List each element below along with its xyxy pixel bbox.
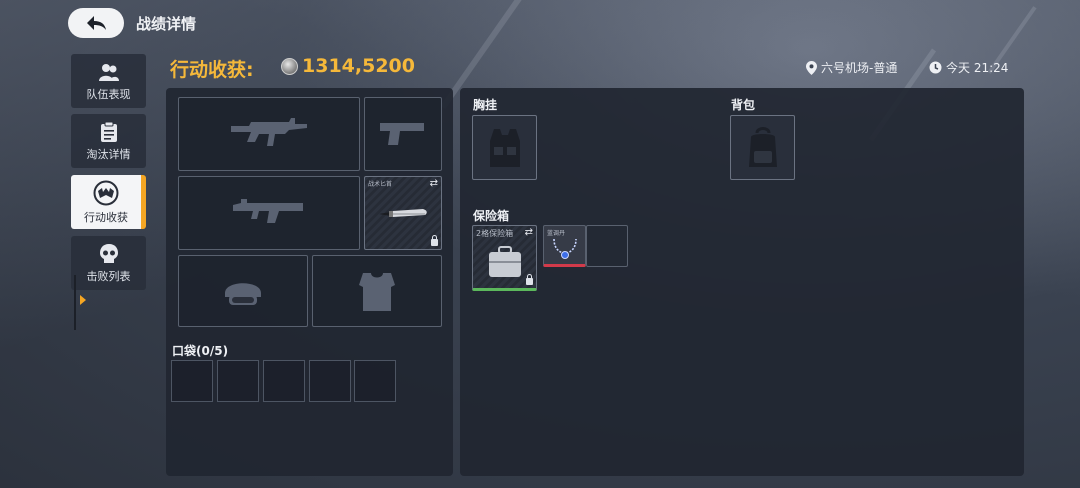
helmet-slot[interactable] [178,255,308,327]
primary-weapon-slot[interactable] [178,97,360,171]
pistol-slot[interactable] [364,97,442,171]
sidebar-item-elimination-details[interactable]: 淘汰详情 [71,114,146,168]
armor-slot[interactable] [312,255,442,327]
melee-slot-caption: 战术匕首 [368,181,393,188]
bat-emblem-icon [93,180,119,205]
backpack-label: 背包 [731,98,756,112]
pocket-slot-2[interactable] [217,360,259,402]
smg-icon [233,199,303,223]
helmet-icon [225,283,261,305]
sidebar-item-label: 队伍表现 [86,87,131,101]
sidebar-collapse-handle[interactable] [74,275,88,330]
clipboard-icon [100,121,117,142]
coin-icon [281,58,298,75]
pocket-label: 口袋(0/5) [172,344,229,358]
location-text: 六号机场-普通 [821,61,898,75]
pocket-slot-4[interactable] [309,360,351,402]
team-icon [98,63,119,81]
safebox-label: 保险箱 [473,209,510,223]
page-title: 战绩详情 [136,15,197,33]
swap-icon[interactable]: ⇄ [430,178,438,189]
necklace-icon [552,238,577,260]
sidebar-item-team-performance[interactable]: 队伍表现 [71,54,146,108]
rifle-icon [231,118,307,146]
clock-icon [929,61,942,74]
sidebar-item-label: 行动收获 [84,210,128,224]
back-arrow-icon [87,16,106,30]
time-text: 今天 21:24 [946,61,1009,75]
backpack-slot[interactable] [730,115,795,180]
skull-icon [99,243,118,263]
chest-rig-slot[interactable] [472,115,537,180]
match-time: 今天 21:24 [929,59,1008,76]
sidebar-item-label: 淘汰详情 [86,147,131,161]
back-button[interactable] [68,8,124,38]
sidebar-item-operation-loot[interactable]: 行动收获 [71,175,146,229]
safebox-empty-slot[interactable] [586,225,628,267]
pocket-slot-1[interactable] [171,360,213,402]
secondary-weapon-slot[interactable] [178,176,360,250]
safebox-item-slot[interactable]: 蓝调丹 [543,225,586,267]
lock-icon [431,235,438,246]
armor-icon [359,273,395,311]
knife-icon [379,209,427,217]
pocket-slot-3[interactable] [263,360,305,402]
backpack-icon [748,126,777,167]
sidebar-item-label: 击败列表 [86,269,131,283]
pocket-slot-5[interactable] [354,360,396,402]
chevron-right-icon [80,295,86,305]
safebox-slot[interactable]: 2格保险箱 ⇄ [472,225,537,291]
lock-icon [526,274,533,285]
safebox-caption: 2格保险箱 [476,229,514,238]
loot-value: 1314,5200 [302,55,415,77]
case-icon [488,245,521,277]
vest-icon [489,128,520,167]
loot-title: 行动收获: [170,59,254,81]
swap-icon[interactable]: ⇄ [525,227,533,238]
pistol-icon [380,123,424,145]
location-pin-icon [806,60,817,75]
melee-slot[interactable]: 战术匕首 ⇄ [364,176,442,250]
chest-rig-label: 胸挂 [473,98,498,112]
map-location: 六号机场-普通 [806,59,897,76]
